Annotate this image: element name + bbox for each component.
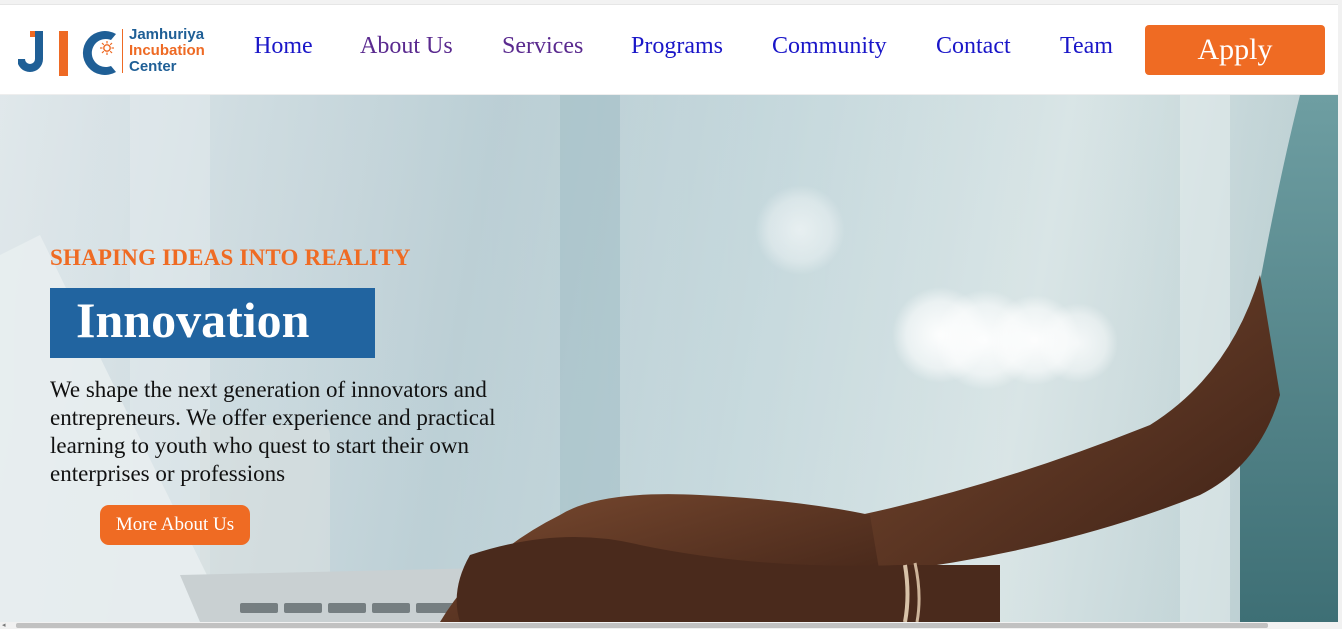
horizontal-scrollbar[interactable]: ◂	[0, 622, 1342, 629]
site-logo[interactable]: Jamhuriya Incubation Center	[18, 25, 223, 77]
apply-button[interactable]: Apply	[1145, 25, 1325, 75]
nav-link-community[interactable]: Community	[772, 33, 887, 60]
hero-banner: SHAPING IDEAS INTO REALITY Innovation We…	[0, 95, 1338, 622]
vertical-scrollbar[interactable]	[1338, 0, 1342, 629]
nav-link-contact[interactable]: Contact	[936, 33, 1011, 60]
nav-link-team[interactable]: Team	[1060, 33, 1113, 60]
nav-link-home[interactable]: Home	[254, 33, 313, 60]
hero-description: We shape the next generation of innovato…	[50, 377, 496, 486]
site-header: Jamhuriya Incubation Center Home About U…	[0, 5, 1338, 95]
jic-logo-icon	[18, 29, 123, 76]
logo-wordmark: Jamhuriya Incubation Center	[129, 27, 205, 75]
logo-line-1: Jamhuriya	[129, 26, 205, 43]
nav-link-about-us[interactable]: About Us	[360, 33, 453, 60]
scroll-left-icon[interactable]: ◂	[2, 622, 6, 629]
logo-line-3: Center	[129, 58, 177, 75]
nav-link-programs[interactable]: Programs	[631, 33, 723, 60]
more-about-us-button[interactable]: More About Us	[100, 505, 250, 545]
horizontal-scrollbar-thumb[interactable]	[16, 623, 1268, 628]
hero-title-box: Innovation	[50, 288, 375, 358]
nav-link-services[interactable]: Services	[502, 33, 583, 60]
hero-title: Innovation	[76, 292, 310, 348]
logo-line-2: Incubation	[129, 42, 205, 59]
hero-kicker: SHAPING IDEAS INTO REALITY	[50, 245, 411, 270]
